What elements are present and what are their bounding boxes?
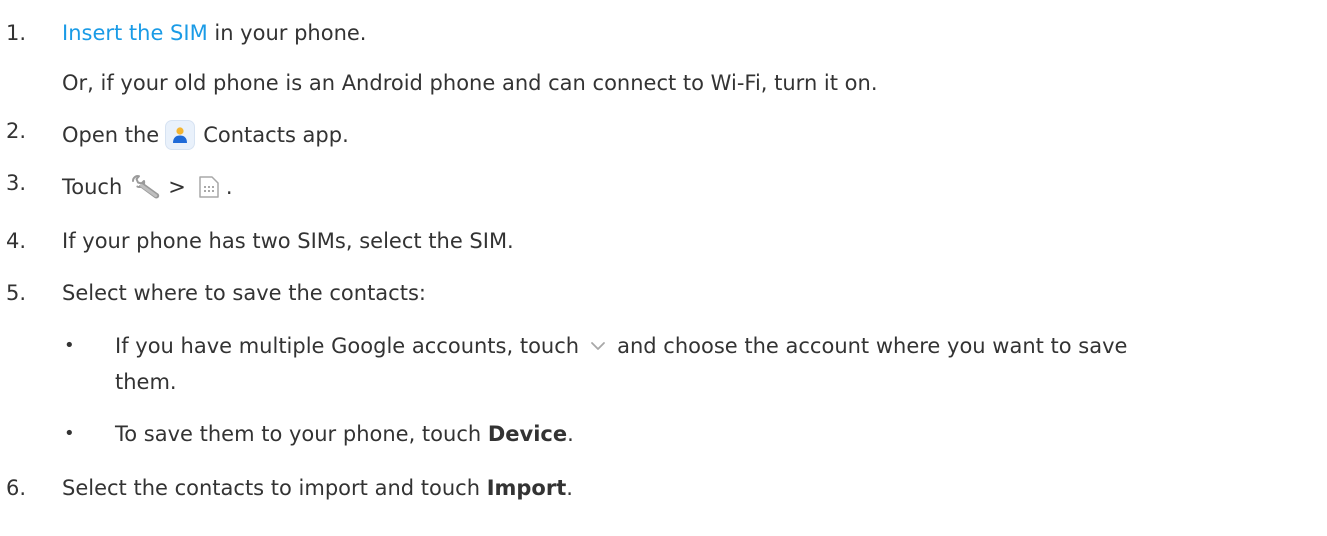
separator: > (168, 175, 186, 199)
step-text: Select where to save the contacts: (62, 281, 426, 305)
step-number: 2. (6, 119, 27, 143)
chevron-down-icon (585, 331, 611, 361)
step-text: . (225, 175, 233, 199)
step-text: Open the (62, 123, 160, 147)
step-number: 6. (6, 476, 27, 500)
sim-card-icon (194, 172, 224, 202)
step-number: 1. (6, 21, 27, 45)
step-number: 5. (6, 281, 27, 305)
step-note-text: Or, if your old phone is an Android phon… (62, 71, 878, 95)
bullet-symbol: • (64, 335, 75, 356)
bullet-symbol: • (64, 423, 75, 444)
step-text: Touch (62, 175, 123, 199)
step-number: 4. (6, 229, 27, 253)
instruction-list: 1. Insert the SIM in your phone. Or, if … (0, 0, 1327, 536)
step-text: . (566, 476, 573, 500)
device-option-label: Device (487, 422, 568, 446)
import-option-label: Import (486, 476, 567, 500)
bullet-text: If you have multiple Google accounts, to… (115, 334, 580, 358)
wrench-icon (128, 172, 162, 202)
step-text: If your phone has two SIMs, select the S… (62, 229, 514, 253)
contacts-app-icon (165, 120, 196, 150)
bullet-text: them. (115, 370, 177, 394)
step-text: Contacts app. (203, 123, 349, 147)
insert-sim-link[interactable]: Insert the SIM (62, 18, 208, 48)
bullet-text: . (567, 422, 574, 446)
bullet-text: and choose the account where you want to… (617, 334, 1128, 358)
bullet-text: To save them to your phone, touch (115, 422, 488, 446)
step-number: 3. (6, 171, 27, 195)
step-text: in your phone. (207, 21, 367, 45)
step-text: Select the contacts to import and touch (62, 476, 487, 500)
